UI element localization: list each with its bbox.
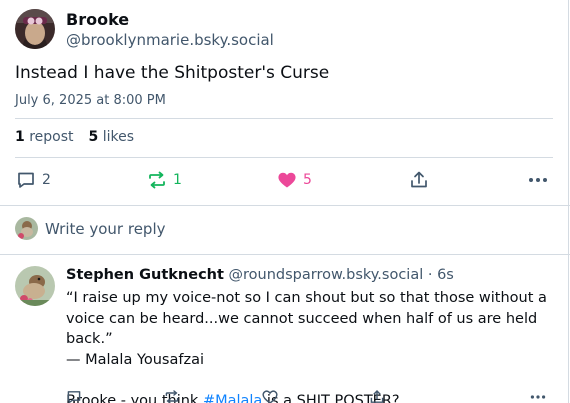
- reply-comment: Brooke - you think #Malala is a SHIT POS…: [66, 391, 561, 403]
- reply-count: 2: [42, 172, 51, 188]
- reply-more-button[interactable]: [529, 389, 547, 403]
- reply-input[interactable]: Write your reply: [45, 220, 166, 238]
- reply-separator: ·: [427, 267, 433, 283]
- repost-icon: [149, 171, 165, 189]
- reply-repost-button[interactable]: [164, 389, 180, 403]
- reply-like-button[interactable]: [262, 389, 278, 403]
- engagement-stats: 1 repost 5 likes: [15, 129, 134, 145]
- reply-author-name[interactable]: Stephen Gutknecht: [66, 267, 224, 283]
- author-avatar[interactable]: [15, 9, 55, 49]
- divider: [15, 118, 553, 119]
- reply-quote: “I raise up my voice-not so I can shout …: [66, 290, 547, 347]
- hashtag-link[interactable]: #Malala: [203, 393, 262, 403]
- reply-button[interactable]: 2: [16, 170, 51, 190]
- reposts-stat[interactable]: 1 repost: [15, 129, 74, 145]
- share-button[interactable]: [409, 170, 429, 190]
- heart-filled-icon: [278, 172, 296, 188]
- likes-stat[interactable]: 5 likes: [89, 129, 135, 145]
- heart-icon: [262, 390, 278, 403]
- more-horizontal-icon: [529, 178, 547, 182]
- reply-icon: [18, 172, 34, 188]
- reply-text: “I raise up my voice-not so I can shout …: [66, 288, 561, 403]
- share-icon: [370, 389, 384, 403]
- reply-icon: [67, 391, 81, 403]
- author-handle[interactable]: @brooklynmarie.bsky.social: [66, 31, 274, 49]
- reply-share-button[interactable]: [369, 389, 385, 403]
- reply-age: 6s: [437, 267, 454, 283]
- repost-icon: [165, 390, 179, 403]
- current-user-avatar: [15, 217, 38, 240]
- reply-author-avatar[interactable]: [15, 266, 55, 306]
- post-text: Instead I have the Shitposter's Curse: [15, 63, 330, 83]
- like-count: 5: [303, 172, 312, 188]
- post-timestamp: July 6, 2025 at 8:00 PM: [15, 93, 166, 108]
- share-icon: [411, 171, 427, 188]
- repost-button[interactable]: 1: [147, 170, 182, 190]
- author-name[interactable]: Brooke: [66, 10, 129, 29]
- more-options-button[interactable]: [527, 170, 549, 190]
- divider: [0, 205, 570, 206]
- more-horizontal-icon: [530, 395, 546, 399]
- reply-attribution: — Malala Yousafzai: [66, 351, 205, 368]
- divider: [15, 157, 553, 158]
- repost-count: 1: [173, 172, 182, 188]
- reply-header: Stephen Gutknecht @roundsparrow.bsky.soc…: [66, 267, 454, 283]
- reply-reply-button[interactable]: [66, 389, 82, 403]
- like-button[interactable]: 5: [277, 170, 312, 190]
- divider: [0, 254, 570, 255]
- reply-author-handle[interactable]: @roundsparrow.bsky.social: [229, 267, 424, 283]
- page-edge: [568, 0, 569, 403]
